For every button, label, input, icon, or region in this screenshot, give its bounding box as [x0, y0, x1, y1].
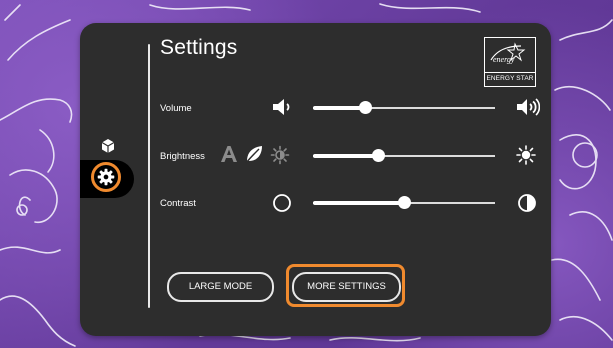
volume-label: Volume — [160, 103, 192, 114]
more-settings-button[interactable]: MORE SETTINGS — [292, 272, 401, 302]
gear-highlight-ring — [91, 162, 121, 192]
sidebar-divider — [148, 44, 150, 308]
volume-slider-fill — [313, 106, 366, 110]
volume-low-icon[interactable] — [271, 97, 293, 122]
contrast-label: Contrast — [160, 198, 196, 209]
cube-icon[interactable] — [100, 138, 116, 154]
brightness-slider-fill — [313, 154, 379, 158]
energy-star-label: ENERGY STAR — [485, 72, 535, 86]
volume-high-icon[interactable] — [516, 97, 541, 122]
large-mode-button[interactable]: LARGE MODE — [167, 272, 274, 302]
brightness-slider-knob[interactable] — [372, 149, 386, 162]
contrast-slider[interactable] — [313, 196, 495, 209]
brightness-label: Brightness — [160, 151, 205, 162]
contrast-slider-fill — [313, 201, 404, 205]
brightness-slider[interactable] — [313, 149, 495, 162]
gear-icon[interactable] — [97, 168, 115, 186]
auto-brightness-icon[interactable] — [219, 144, 239, 169]
svg-text:energy: energy — [493, 55, 515, 64]
contrast-high-icon[interactable] — [517, 193, 537, 218]
brightness-low-icon[interactable] — [270, 145, 290, 170]
energy-star-logo: energy ENERGY STAR — [484, 37, 536, 87]
page-title: Settings — [160, 36, 238, 59]
contrast-low-icon[interactable] — [272, 193, 292, 218]
contrast-slider-knob[interactable] — [397, 196, 411, 209]
brightness-high-icon[interactable] — [516, 145, 536, 170]
eco-leaf-icon[interactable] — [244, 144, 264, 169]
volume-slider[interactable] — [313, 101, 495, 114]
